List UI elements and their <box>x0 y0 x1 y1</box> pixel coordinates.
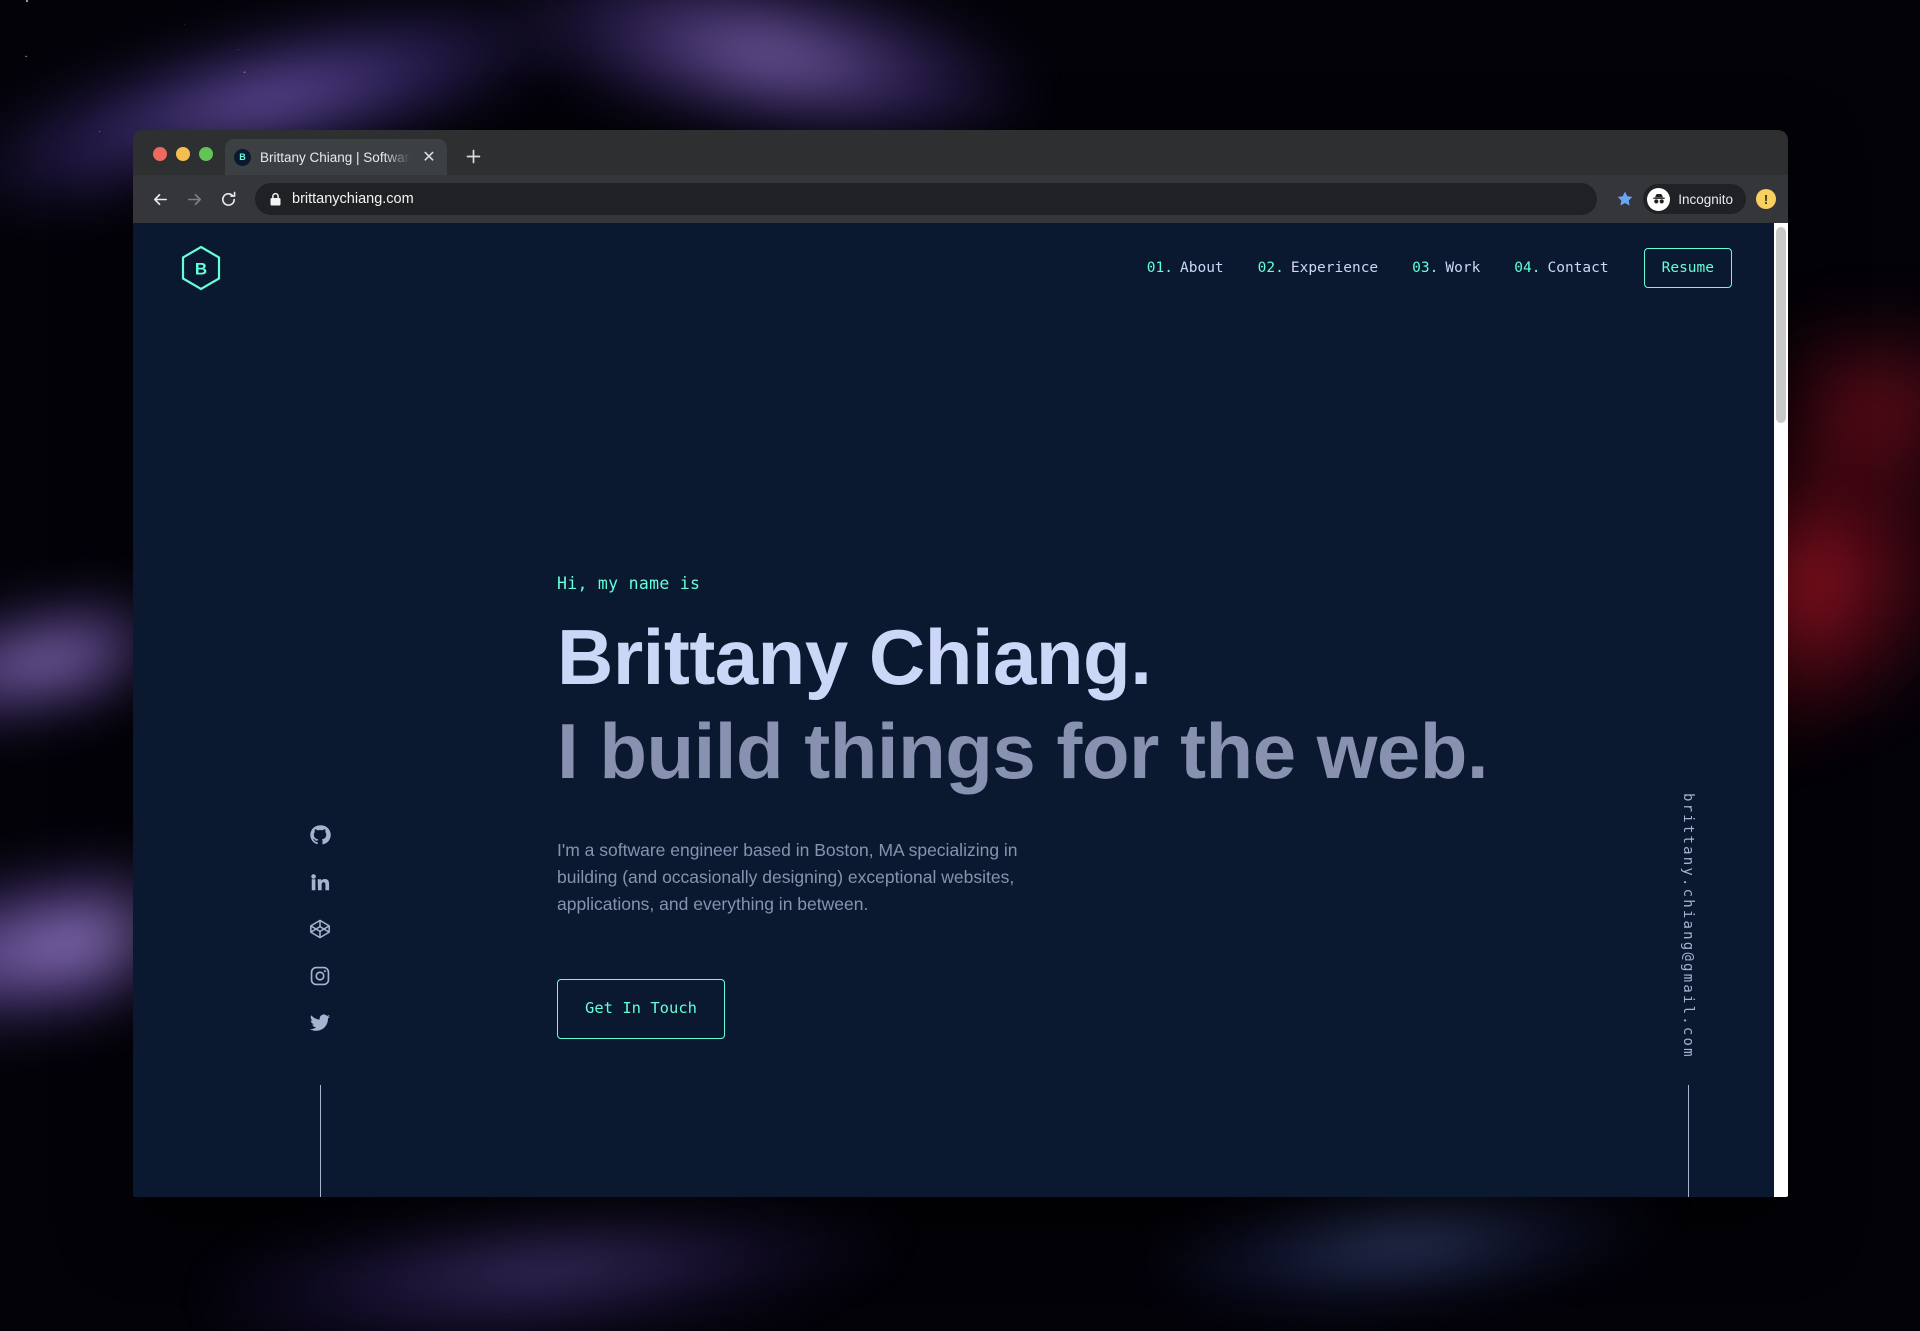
page-viewport: B 01. About 02. Experience 03. Work 04. Cont… <box>133 223 1788 1197</box>
minimize-window-button[interactable] <box>176 147 190 161</box>
site-logo[interactable]: B <box>179 244 223 292</box>
social-links-rail <box>309 824 331 1197</box>
profile-avatar[interactable]: ! <box>1756 189 1776 209</box>
nav-item-number: 02. <box>1257 260 1284 276</box>
nav-item-number: 01. <box>1146 260 1173 276</box>
hero-heading: Brittany Chiang. <box>557 613 1152 701</box>
nav-item-label: About <box>1180 260 1224 276</box>
hero-greeting: Hi, my name is <box>557 574 701 593</box>
nav-item-work[interactable]: 03. Work <box>1395 260 1497 276</box>
tab-favicon: B <box>234 148 251 166</box>
forward-button[interactable] <box>179 184 209 214</box>
plus-icon <box>466 149 480 163</box>
scrollbar-thumb[interactable] <box>1776 227 1786 423</box>
new-tab-button[interactable] <box>457 140 489 172</box>
nav-item-label: Contact <box>1547 260 1609 276</box>
toolbar-right-controls: Incognito ! <box>1601 184 1776 214</box>
hero-subheading: I build things for the web. <box>557 707 1489 796</box>
codepen-link[interactable] <box>309 918 331 940</box>
email-rail-line <box>1687 1085 1689 1197</box>
window-traffic-lights <box>145 147 225 175</box>
address-bar-url: brittanychiang.com <box>292 191 414 207</box>
nav-item-label: Experience <box>1290 260 1379 276</box>
social-rail-line <box>319 1085 321 1197</box>
portfolio-page: B 01. About 02. Experience 03. Work 04. Cont… <box>133 223 1774 1197</box>
hero-paragraph: I'm a software engineer based in Boston,… <box>557 840 1018 914</box>
reload-icon <box>221 191 235 206</box>
site-navigation: 01. About 02. Experience 03. Work 04. Contac… <box>1130 247 1732 289</box>
zoom-window-button[interactable] <box>199 147 213 161</box>
lock-icon <box>270 192 281 205</box>
tab-title: Brittany Chiang | Software Eng <box>260 149 411 165</box>
close-window-button[interactable] <box>153 147 167 161</box>
nav-item-number: 04. <box>1514 260 1541 276</box>
page-scrollbar[interactable] <box>1774 223 1788 1197</box>
email-rail: brittany.chiang@gmail.com <box>1680 793 1696 1197</box>
svg-text:B: B <box>195 260 207 279</box>
browser-tab[interactable]: B Brittany Chiang | Software Eng ✕ <box>225 139 447 175</box>
star-icon <box>1617 191 1633 206</box>
arrow-right-icon <box>187 193 201 205</box>
github-icon <box>310 825 331 845</box>
github-link[interactable] <box>309 824 331 846</box>
nav-item-about[interactable]: 01. About <box>1130 260 1241 276</box>
instagram-link[interactable] <box>309 965 331 987</box>
hero-section: Hi, my name is Brittany Chiang. I build … <box>133 574 1774 1039</box>
site-header: B 01. About 02. Experience 03. Work 04. Cont… <box>133 223 1774 313</box>
incognito-indicator[interactable]: Incognito <box>1643 184 1746 214</box>
linkedin-icon <box>311 874 330 891</box>
arrow-left-icon <box>153 193 167 205</box>
starfield <box>25 0 246 133</box>
nav-item-experience[interactable]: 02. Experience <box>1241 260 1396 276</box>
browser-toolbar: brittanychiang.com Incognito ! <box>133 175 1788 223</box>
resume-button[interactable]: Resume <box>1643 247 1732 289</box>
nav-item-contact[interactable]: 04. Contact <box>1497 260 1625 276</box>
nav-item-label: Work <box>1445 260 1481 276</box>
bookmark-button[interactable] <box>1611 185 1639 213</box>
browser-tab-strip: B Brittany Chiang | Software Eng ✕ <box>133 130 1788 175</box>
codepen-icon <box>310 919 330 939</box>
reload-button[interactable] <box>213 184 243 214</box>
get-in-touch-button[interactable]: Get In Touch <box>557 979 725 1039</box>
incognito-icon <box>1647 187 1671 211</box>
close-icon[interactable]: ✕ <box>420 148 438 166</box>
email-link[interactable]: brittany.chiang@gmail.com <box>1680 793 1696 1059</box>
back-button[interactable] <box>145 184 175 214</box>
hexagon-logo-icon: B <box>181 245 221 291</box>
instagram-icon <box>310 966 330 986</box>
nav-item-number: 03. <box>1412 260 1439 276</box>
incognito-label: Incognito <box>1678 191 1733 207</box>
twitter-icon <box>309 1014 331 1031</box>
address-bar[interactable]: brittanychiang.com <box>255 183 1598 215</box>
browser-window: B Brittany Chiang | Software Eng ✕ <box>133 130 1788 1197</box>
twitter-link[interactable] <box>309 1012 331 1034</box>
linkedin-link[interactable] <box>309 871 331 893</box>
incognito-glyph <box>1652 194 1665 204</box>
